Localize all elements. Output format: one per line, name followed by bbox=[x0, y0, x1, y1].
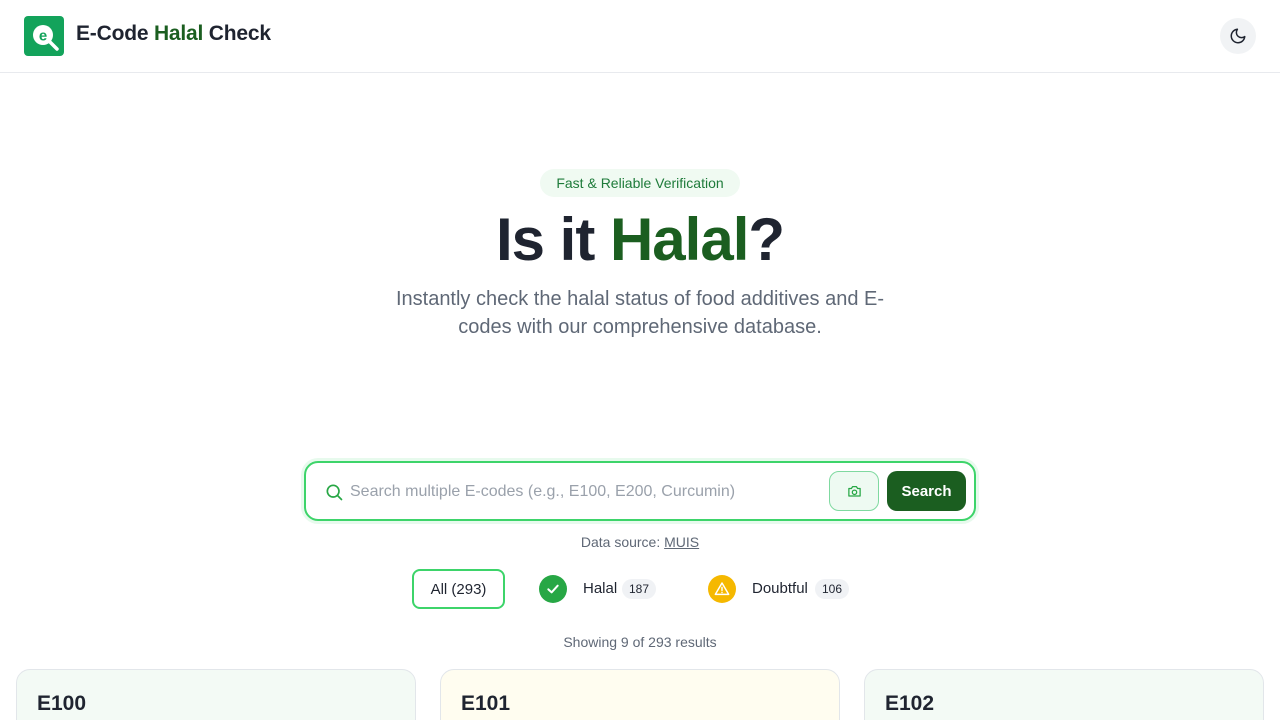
brand-part3: Check bbox=[203, 22, 271, 45]
brand-part1: E-Code bbox=[76, 22, 154, 45]
data-source-label: Data source: bbox=[580, 534, 665, 550]
svg-text:e: e bbox=[39, 28, 47, 45]
search-bar: Search bbox=[304, 461, 976, 521]
camera-scan-button[interactable] bbox=[829, 471, 879, 511]
hero-title-part1: Is it bbox=[495, 206, 610, 273]
app-header: e E-Code Halal Check bbox=[0, 0, 1280, 73]
filter-all-button[interactable]: All (293) bbox=[412, 569, 505, 609]
hero-subtitle: Instantly check the halal status of food… bbox=[395, 288, 885, 338]
logo[interactable]: e bbox=[24, 16, 64, 56]
data-source: Data source: MUIS bbox=[0, 534, 1280, 550]
search-button[interactable]: Search bbox=[887, 471, 966, 511]
doubtful-status-circle bbox=[708, 575, 736, 603]
search-e-icon: e bbox=[33, 25, 59, 51]
brand-title[interactable]: E-Code Halal Check bbox=[76, 22, 271, 46]
theme-toggle-button[interactable] bbox=[1220, 18, 1256, 54]
camera-icon bbox=[848, 486, 861, 497]
hero-title-accent: Halal bbox=[609, 206, 749, 273]
result-card[interactable]: E102 bbox=[864, 669, 1264, 720]
result-card[interactable]: E101 bbox=[440, 669, 840, 720]
filter-doubtful-count: 106 bbox=[815, 579, 850, 599]
data-source-link[interactable]: MUIS bbox=[664, 534, 699, 550]
search-icon bbox=[326, 484, 343, 501]
halal-status-circle bbox=[539, 575, 567, 603]
result-card[interactable]: E100 bbox=[16, 669, 416, 720]
filter-halal-button[interactable]: Halal 187 bbox=[539, 569, 659, 609]
hero-title: Is it Halal? bbox=[0, 204, 1280, 276]
warning-icon bbox=[714, 582, 730, 596]
card-code: E100 bbox=[37, 692, 87, 715]
filter-halal-count: 187 bbox=[622, 579, 657, 599]
results-count: Showing 9 of 293 results bbox=[563, 634, 717, 650]
filter-doubtful-button[interactable]: Doubtful 106 bbox=[708, 569, 853, 609]
hero-badge: Fast & Reliable Verification bbox=[540, 169, 740, 197]
check-icon bbox=[547, 584, 559, 594]
hero-title-part3: ? bbox=[748, 206, 785, 273]
brand-accent: Halal bbox=[153, 22, 204, 45]
filter-halal-label: Halal bbox=[583, 580, 618, 597]
moon-icon bbox=[1230, 28, 1246, 44]
card-code: E101 bbox=[461, 692, 511, 715]
search-input[interactable] bbox=[350, 475, 820, 509]
filter-doubtful-label: Doubtful bbox=[752, 580, 808, 597]
card-code: E102 bbox=[885, 692, 935, 715]
